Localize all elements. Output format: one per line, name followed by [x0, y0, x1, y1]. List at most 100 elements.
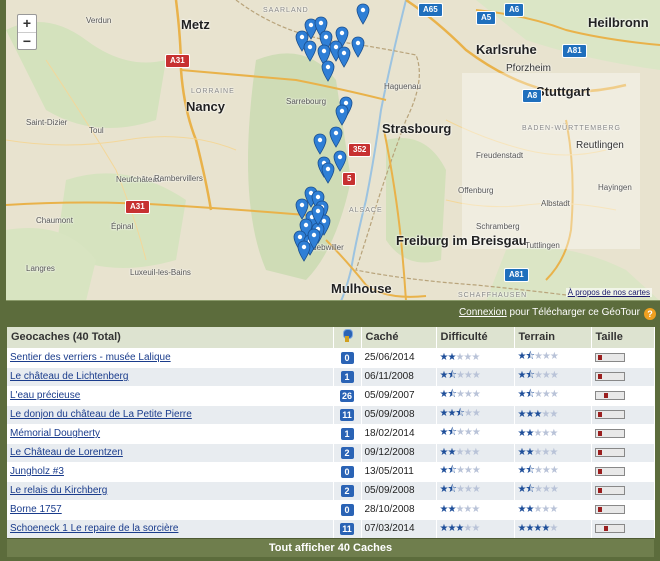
geocache-pin-icon[interactable]: [321, 162, 335, 184]
road-shield: 352: [348, 143, 372, 157]
cache-name-cell: Le donjon du château de La Petite Pierre: [7, 404, 334, 424]
cache-link[interactable]: Mémorial Dougherty: [10, 428, 330, 439]
size-cell: [591, 499, 655, 519]
cache-link[interactable]: Jungholz #3: [10, 466, 330, 477]
placed-date: 28/10/2008: [361, 499, 437, 519]
star-rating-icon: ★⯪★★★: [439, 427, 481, 438]
star-rating-icon: ★⯪★★★: [517, 389, 559, 400]
map-label: Strasbourg: [382, 121, 452, 136]
map-label: Freudenstadt: [476, 151, 524, 160]
cache-size-icon: [594, 447, 625, 457]
map-label: Metz: [181, 17, 210, 32]
show-all-button[interactable]: Tout afficher 40 Caches: [7, 538, 654, 557]
star-rating-icon: ★★★★★: [517, 447, 559, 458]
star-rating-icon: ★★★★★: [517, 523, 559, 535]
favorites-badge: 0: [340, 351, 354, 364]
favorites-cell: 2: [333, 480, 362, 500]
header-difficulty[interactable]: Difficulté: [436, 327, 515, 348]
cache-size-icon: [594, 466, 625, 476]
placed-date: 05/09/2008: [361, 404, 437, 424]
cache-size-icon: [594, 504, 625, 514]
header-geocaches[interactable]: Geocaches (40 Total): [7, 327, 334, 348]
star-rating-icon: ★★★★★: [439, 523, 481, 535]
connexion-link[interactable]: Connexion: [459, 307, 507, 318]
map-label: Nancy: [186, 99, 226, 114]
cache-link[interactable]: Borne 1757: [10, 504, 330, 515]
road-shield: A8: [522, 89, 543, 103]
road-shield: A5: [476, 11, 497, 25]
map-label: Rambervillers: [154, 174, 203, 183]
geocache-pin-icon[interactable]: [356, 3, 370, 25]
geocache-pin-icon[interactable]: [313, 133, 327, 155]
placed-date: 07/03/2014: [361, 518, 437, 538]
cache-link[interactable]: Le château de Lichtenberg: [10, 371, 330, 382]
map-label: Karlsruhe: [476, 42, 537, 57]
map-label: Albstadt: [541, 199, 570, 208]
map-label: Luxeuil-les-Bains: [130, 268, 191, 277]
map-label: Pforzheim: [506, 63, 552, 74]
cache-link[interactable]: Schoeneck 1 Le repaire de la sorcière: [10, 523, 330, 534]
help-icon[interactable]: ?: [644, 308, 656, 320]
cache-size-icon: [594, 428, 625, 438]
cache-name-cell: L'eau précieuse: [7, 385, 334, 405]
favorites-cell: 11: [333, 404, 362, 424]
difficulty-rating: ★★★★★: [436, 442, 515, 462]
zoom-out-button[interactable]: −: [18, 32, 36, 49]
terrain-rating: ★★★★★: [514, 404, 592, 424]
favorite-ribbon-icon: [342, 329, 353, 343]
star-rating-icon: ★⯪★★★: [439, 370, 481, 381]
cache-size-icon: [594, 409, 625, 419]
geocache-pin-icon[interactable]: [335, 104, 349, 126]
map-label: Langres: [26, 264, 55, 273]
map-label: Sarrebourg: [286, 97, 327, 106]
difficulty-rating: ★★★★★: [436, 499, 515, 519]
cache-link[interactable]: Le relais du Kirchberg: [10, 485, 330, 496]
road-shield: A81: [562, 44, 587, 58]
map-label: Saint-Dizier: [26, 118, 68, 127]
favorites-badge: 2: [340, 484, 354, 497]
table-row: Schoeneck 1 Le repaire de la sorcière 11 0…: [7, 518, 655, 538]
geocache-pin-icon[interactable]: [337, 46, 351, 68]
table-header-row: Geocaches (40 Total) Caché Difficulté Te…: [7, 327, 655, 348]
map-label: Freiburg im Breisgau: [396, 233, 527, 248]
about-maps-link[interactable]: À propos de nos cartes: [565, 288, 652, 297]
header-size[interactable]: Taille: [591, 327, 655, 348]
geocache-pin-icon[interactable]: [333, 150, 347, 172]
terrain-rating: ★★★★★: [514, 442, 592, 462]
favorites-badge: 1: [340, 427, 354, 440]
difficulty-rating: ★★★★★: [436, 518, 515, 538]
geocache-pin-icon[interactable]: [307, 228, 321, 250]
geocache-pin-icon[interactable]: [303, 40, 317, 62]
favorites-badge: 2: [340, 446, 354, 459]
cache-link[interactable]: Sentier des verriers - musée Lalique: [10, 352, 330, 363]
terrain-rating: ★★★★★: [514, 499, 592, 519]
terrain-rating: ★⯪★★★: [514, 480, 592, 500]
terrain-rating: ★⯪★★★: [514, 347, 592, 367]
zoom-in-button[interactable]: +: [18, 15, 36, 32]
favorites-cell: 2: [333, 442, 362, 462]
cache-link[interactable]: Le Château de Lorentzen: [10, 447, 330, 458]
size-cell: [591, 404, 655, 424]
table-row: Le Château de Lorentzen 2 09/12/2008 ★★★★★ ★…: [7, 442, 655, 462]
map-label: Verdun: [86, 16, 112, 25]
header-terrain[interactable]: Terrain: [514, 327, 592, 348]
cache-link[interactable]: Le donjon du château de La Petite Pierre: [10, 409, 330, 420]
map-view[interactable]: + − Metz Nancy Strasbourg Karlsruhe Stuttgar…: [6, 0, 660, 301]
table-row: Le relais du Kirchberg 2 05/09/2008 ★⯪★★★ ★⯪…: [7, 480, 655, 500]
geocache-pin-icon[interactable]: [311, 204, 325, 226]
header-favorites[interactable]: [333, 327, 362, 348]
download-text: pour Télécharger ce GéoTour: [506, 307, 640, 318]
geocache-pin-icon[interactable]: [329, 126, 343, 148]
difficulty-rating: ★★★★★: [436, 347, 515, 367]
road-shield: 5: [342, 172, 357, 186]
size-cell: [591, 518, 655, 538]
cache-link[interactable]: L'eau précieuse: [10, 390, 330, 401]
geocache-pin-icon[interactable]: [321, 60, 335, 82]
header-placed[interactable]: Caché: [361, 327, 437, 348]
geocache-pin-icon[interactable]: [351, 36, 365, 58]
size-cell: [591, 366, 655, 386]
map-label: Stuttgart: [536, 84, 591, 99]
map-label: Reutlingen: [576, 140, 624, 151]
map-label: Toul: [89, 126, 104, 135]
table-row: Jungholz #3 0 13/05/2011 ★⯪★★★ ★⯪★★★: [7, 461, 655, 481]
